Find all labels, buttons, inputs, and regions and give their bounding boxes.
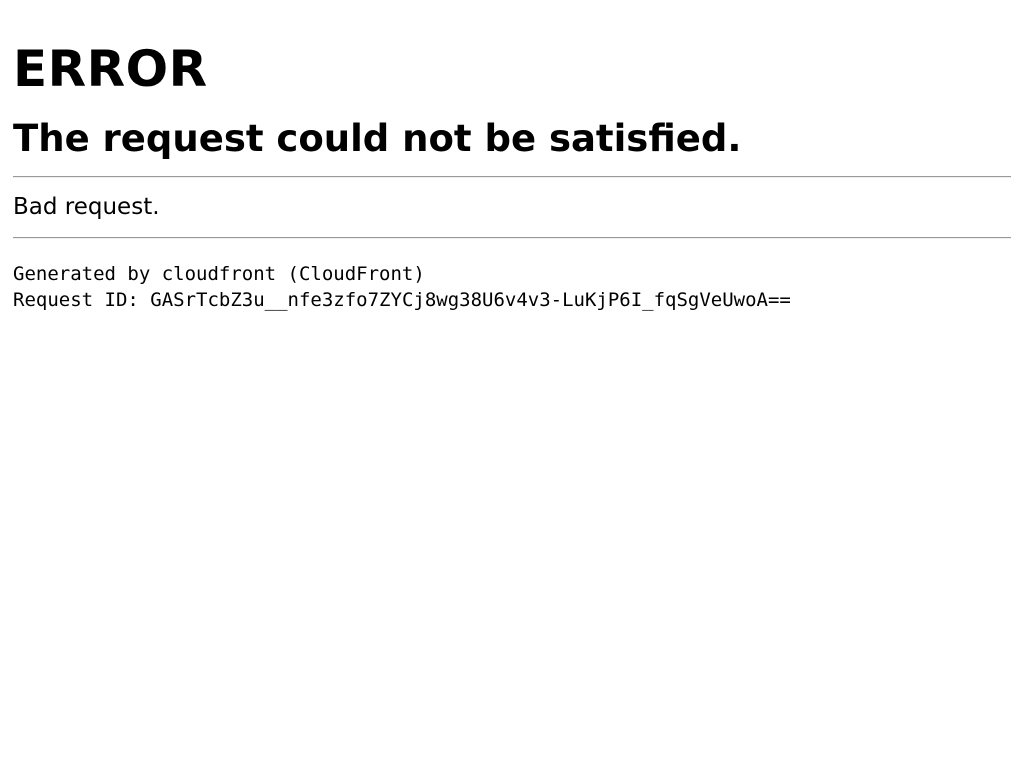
generated-by-text: Generated by cloudfront (CloudFront) — [13, 263, 425, 285]
request-id-label: Request ID: — [13, 289, 151, 311]
error-message: Bad request. — [13, 194, 160, 220]
footer-info: Generated by cloudfront (CloudFront) Requ… — [13, 239, 1011, 313]
request-id-value: GASrTcbZ3u__nfe3zfo7ZYCj8wg38U6v4v3-LuKj… — [150, 289, 791, 311]
error-subtitle: The request could not be satisfied. — [13, 117, 742, 160]
error-title: ERROR — [13, 40, 208, 98]
error-page: ERROR The request could not be satisfied… — [0, 0, 1024, 768]
